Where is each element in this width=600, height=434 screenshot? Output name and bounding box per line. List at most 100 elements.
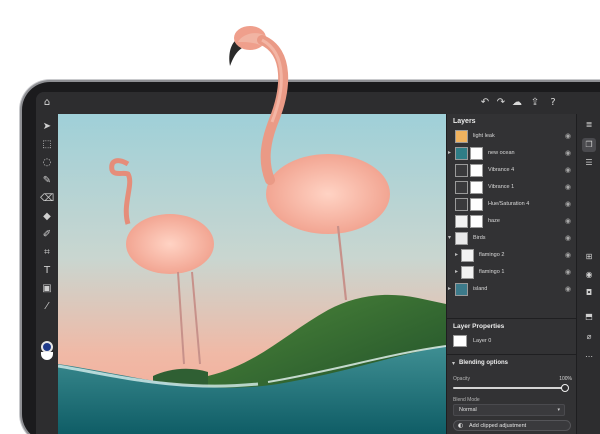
layer-mask-thumbnail xyxy=(470,181,483,194)
layer-thumbnail xyxy=(453,335,467,347)
layer-mask-thumbnail xyxy=(470,215,483,228)
layer-row[interactable]: ▸ island ◉ xyxy=(447,281,577,298)
layer-row[interactable]: Vibrance 1 ◉ xyxy=(447,179,577,196)
brush-icon[interactable]: ✎ xyxy=(40,174,54,188)
layer-properties-name[interactable]: Layer 0 xyxy=(473,338,491,344)
opacity-slider-handle[interactable] xyxy=(561,384,569,392)
move-icon[interactable]: ➤ xyxy=(40,120,54,134)
visibility-icon[interactable]: ◉ xyxy=(565,251,571,259)
layer-group-row[interactable]: ▾ Birds ◉ xyxy=(447,230,577,247)
layer-row[interactable]: Vibrance 4 ◉ xyxy=(447,162,577,179)
opacity-slider-track[interactable] xyxy=(453,387,565,389)
layer-row[interactable]: haze ◉ xyxy=(447,213,577,230)
layer-mask-thumbnail xyxy=(470,164,483,177)
opacity-label: Opacity xyxy=(453,376,470,382)
layer-row[interactable]: ▸ new ocean ◉ xyxy=(447,145,577,162)
blend-mode-value: Normal xyxy=(459,407,477,413)
more-icon[interactable]: ⋯ xyxy=(582,350,596,364)
tool-bar: ➤ ⬚ ◌ ✎ ⌫ ◆ ✐ ⌗ T ▣ ⁄ xyxy=(36,114,58,434)
layer-name: Hue/Saturation 4 xyxy=(488,201,530,207)
adjustment-icon xyxy=(455,198,468,211)
help-icon[interactable]: ? xyxy=(546,96,560,110)
visibility-icon[interactable]: ◉ xyxy=(565,166,571,174)
fill-icon[interactable]: ◆ xyxy=(40,210,54,224)
visibility-icon[interactable]: ◉ xyxy=(565,200,571,208)
layer-mask-thumbnail xyxy=(470,198,483,211)
expand-chevron-icon[interactable]: ▸ xyxy=(448,285,451,292)
visibility-icon[interactable]: ◉ xyxy=(565,183,571,191)
document-canvas[interactable] xyxy=(58,114,446,434)
layer-name: flamingo 1 xyxy=(479,269,505,275)
visibility-icon[interactable]: ◉ xyxy=(565,149,571,157)
select-icon[interactable]: ⬚ xyxy=(40,138,54,152)
layer-row[interactable]: Hue/Saturation 4 ◉ xyxy=(447,196,577,213)
visibility-icon[interactable]: ◉ xyxy=(565,268,571,276)
layer-thumbnail xyxy=(455,283,468,296)
eraser-icon[interactable]: ⌫ xyxy=(40,192,54,206)
layer-row[interactable]: ▸ flamingo 2 ◉ xyxy=(447,247,577,264)
layer-properties-title: Layer Properties xyxy=(453,323,505,330)
app-screen: ⌂ ↶ ↷ ☁ ⇪ ? ➤ ⬚ ◌ ✎ ⌫ ◆ ✐ ⌗ T ▣ ⁄ Layers… xyxy=(36,92,600,434)
layer-name: island xyxy=(473,286,488,292)
expand-chevron-icon[interactable]: ▸ xyxy=(455,268,458,275)
background-color-swatch[interactable] xyxy=(41,352,53,360)
add-clipped-adjustment-button[interactable]: ◐ Add clipped adjustment xyxy=(453,420,571,431)
cloud-icon[interactable]: ☁ xyxy=(510,96,524,110)
layer-name: Vibrance 4 xyxy=(488,167,515,173)
opacity-value: 100% xyxy=(559,376,572,382)
expand-chevron-icon[interactable]: ▸ xyxy=(448,149,451,156)
mask-icon[interactable]: ◘ xyxy=(582,286,596,300)
layer-name: new ocean xyxy=(488,150,515,156)
layer-name: flamingo 2 xyxy=(479,252,505,258)
divider xyxy=(447,318,577,319)
adjust-icon[interactable]: ☰ xyxy=(582,156,596,170)
layer-thumbnail xyxy=(455,215,468,228)
share-icon[interactable]: ⇪ xyxy=(528,96,542,110)
chevron-down-icon: ▾ xyxy=(557,407,560,413)
add-clipped-adjustment-label: Add clipped adjustment xyxy=(469,423,527,429)
lasso-icon[interactable]: ◌ xyxy=(40,156,54,170)
blend-mode-select[interactable]: Normal ▾ xyxy=(453,404,565,416)
crop-icon[interactable]: ⌗ xyxy=(40,246,54,260)
redo-icon[interactable]: ↷ xyxy=(494,96,508,110)
visibility-icon[interactable]: ◉ xyxy=(565,132,571,140)
visibility-icon[interactable]: ◉ xyxy=(582,268,596,282)
group-icon[interactable]: ⬒ xyxy=(582,310,596,324)
layer-name: light leak xyxy=(473,133,495,139)
layer-name: Birds xyxy=(473,235,486,241)
right-rail: ≣ ❐ ☰ ⊞ ◉ ◘ ⬒ ⌀ ⋯ xyxy=(576,114,600,434)
layer-thumbnail xyxy=(455,147,468,160)
collapse-chevron-icon[interactable]: ▾ xyxy=(448,234,451,241)
expand-chevron-icon[interactable]: ▸ xyxy=(455,251,458,258)
layers-panel-title: Layers xyxy=(453,118,476,125)
layer-thumbnail xyxy=(455,130,468,143)
top-app-bar: ⌂ ↶ ↷ ☁ ⇪ ? xyxy=(36,92,600,114)
layer-thumbnail xyxy=(461,249,474,262)
divider xyxy=(447,354,577,355)
clear-icon[interactable]: ⌀ xyxy=(582,330,596,344)
layers-icon[interactable]: ≣ xyxy=(582,118,596,132)
image-icon[interactable]: ▣ xyxy=(40,282,54,296)
undo-icon[interactable]: ↶ xyxy=(478,96,492,110)
layer-row[interactable]: light leak ◉ xyxy=(447,128,577,145)
adjustment-icon xyxy=(455,181,468,194)
layers-panel: Layers light leak ◉ ▸ new ocean ◉ Vibran… xyxy=(446,114,577,434)
adjustment-icon xyxy=(455,164,468,177)
type-icon[interactable]: T xyxy=(40,264,54,278)
chevron-down-icon[interactable]: ▾ xyxy=(452,360,455,367)
layer-row[interactable]: ▸ flamingo 1 ◉ xyxy=(447,264,577,281)
layer-stack-icon[interactable]: ❐ xyxy=(582,138,596,152)
eyedropper-icon[interactable]: ⁄ xyxy=(40,300,54,314)
visibility-icon[interactable]: ◉ xyxy=(565,234,571,242)
blending-options-title[interactable]: Blending options xyxy=(459,360,508,366)
visibility-icon[interactable]: ◉ xyxy=(565,285,571,293)
blend-mode-label: Blend Mode xyxy=(453,397,480,403)
visibility-icon[interactable]: ◉ xyxy=(565,217,571,225)
group-thumbnail xyxy=(455,232,468,245)
clone-icon[interactable]: ✐ xyxy=(40,228,54,242)
adjustment-circle-icon: ◐ xyxy=(458,422,464,429)
add-layer-icon[interactable]: ⊞ xyxy=(582,250,596,264)
home-icon[interactable]: ⌂ xyxy=(40,96,54,110)
layer-mask-thumbnail xyxy=(470,147,483,160)
layer-thumbnail xyxy=(461,266,474,279)
